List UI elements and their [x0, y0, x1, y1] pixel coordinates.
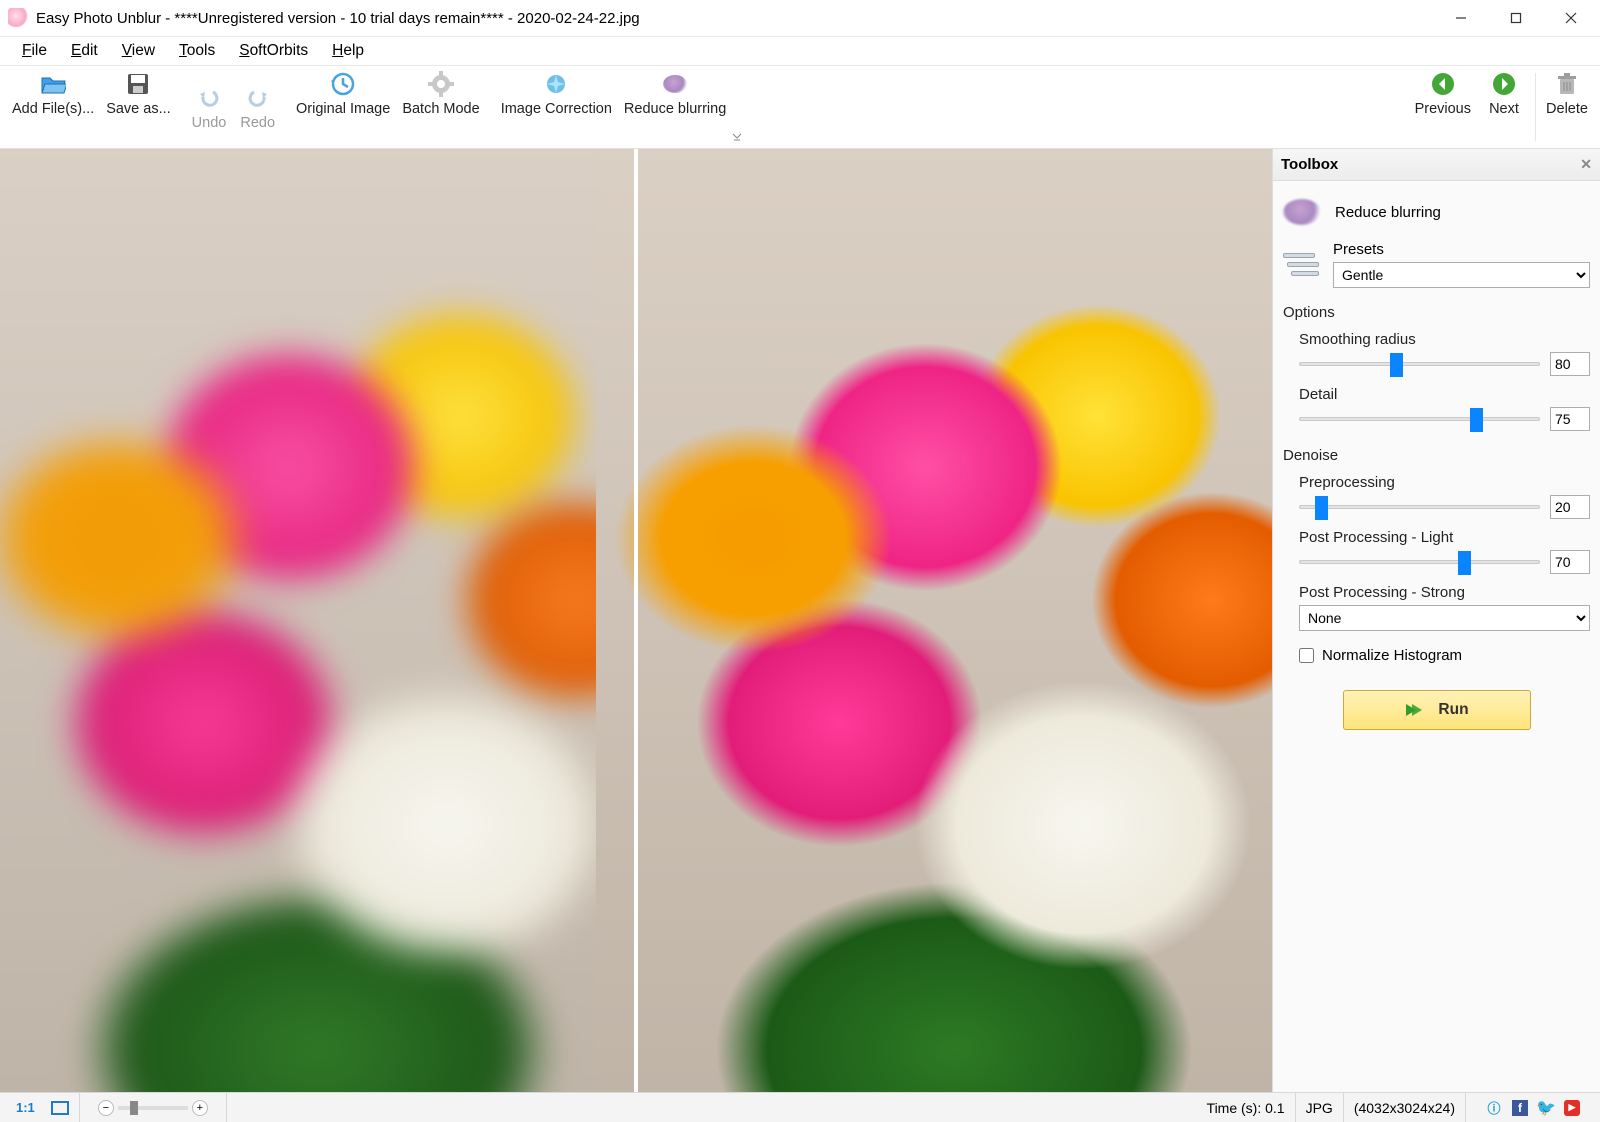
toolbar-label: Batch Mode — [402, 101, 479, 117]
gear-icon — [428, 71, 454, 97]
menu-file[interactable]: File — [10, 39, 59, 63]
toolbar-label: Next — [1489, 101, 1519, 117]
toolbox-title: Toolbox — [1281, 156, 1338, 173]
presets-label: Presets — [1333, 241, 1590, 258]
youtube-icon[interactable]: ▶ — [1564, 1100, 1580, 1116]
toolbox-close-button[interactable]: ✕ — [1580, 156, 1592, 173]
preview-after — [636, 149, 1272, 1092]
zoom-fit-button[interactable] — [51, 1101, 69, 1115]
toolbar-label: Add File(s)... — [12, 101, 94, 117]
zoom-in-button[interactable]: + — [192, 1100, 208, 1116]
trash-icon — [1554, 71, 1580, 97]
post-light-value[interactable] — [1550, 550, 1590, 574]
menu-view[interactable]: View — [110, 39, 167, 63]
history-icon — [330, 71, 356, 97]
status-dimensions: (4032x3024x24) — [1344, 1093, 1466, 1122]
post-light-slider[interactable] — [1299, 552, 1540, 572]
run-label: Run — [1438, 701, 1468, 719]
next-button[interactable]: Next — [1477, 67, 1531, 147]
zoom-ratio-button[interactable]: 1:1 — [10, 1100, 41, 1115]
undo-icon — [196, 85, 222, 111]
toolbox-header: Toolbox ✕ — [1273, 149, 1600, 181]
preprocessing-slider[interactable] — [1299, 497, 1540, 517]
minimize-button[interactable] — [1433, 0, 1488, 37]
toolbar-label: Original Image — [296, 101, 390, 117]
arrow-right-icon — [1491, 71, 1517, 97]
denoise-group-label: Denoise — [1283, 447, 1590, 464]
split-divider[interactable] — [634, 149, 638, 1092]
toolbar-overflow-button[interactable] — [732, 131, 742, 147]
title-bar: Easy Photo Unblur - ****Unregistered ver… — [0, 0, 1600, 37]
main-toolbar: Add File(s)... Save as... Undo Redo — [0, 65, 1600, 149]
reduce-blurring-button[interactable]: Reduce blurring — [618, 67, 732, 147]
run-arrow-icon — [1404, 702, 1424, 718]
normalize-histogram-checkbox[interactable] — [1299, 648, 1314, 663]
add-files-button[interactable]: Add File(s)... — [6, 67, 100, 147]
detail-slider[interactable] — [1299, 409, 1540, 429]
delete-button[interactable]: Delete — [1540, 67, 1594, 147]
folder-open-icon — [40, 71, 66, 97]
image-correction-button[interactable]: Image Correction — [495, 67, 618, 147]
menu-help[interactable]: Help — [320, 39, 376, 63]
preprocessing-value[interactable] — [1550, 495, 1590, 519]
save-as-button[interactable]: Save as... — [100, 67, 176, 147]
presets-icon — [1283, 251, 1321, 279]
info-icon[interactable]: ⓘ — [1486, 1100, 1502, 1116]
run-button[interactable]: Run — [1343, 690, 1531, 730]
preview-before — [0, 149, 636, 1092]
presets-select[interactable]: Gentle — [1333, 262, 1590, 288]
status-time: Time (s): 0.1 — [1197, 1093, 1296, 1122]
detail-label: Detail — [1299, 386, 1590, 403]
redo-icon — [245, 85, 271, 111]
zoom-out-button[interactable]: − — [98, 1100, 114, 1116]
toolbar-label: Redo — [240, 115, 275, 131]
toolbar-label: Previous — [1415, 101, 1471, 117]
blur-icon — [1283, 199, 1321, 225]
smoothing-label: Smoothing radius — [1299, 331, 1590, 348]
zoom-control: − + — [90, 1100, 216, 1116]
menu-edit[interactable]: Edit — [59, 39, 110, 63]
options-group-label: Options — [1283, 304, 1590, 321]
zoom-slider[interactable] — [118, 1106, 188, 1110]
maximize-button[interactable] — [1488, 0, 1543, 37]
smoothing-slider[interactable] — [1299, 354, 1540, 374]
toolbar-label: Image Correction — [501, 101, 612, 117]
post-strong-label: Post Processing - Strong — [1299, 584, 1590, 601]
toolbar-label: Save as... — [106, 101, 170, 117]
sparkle-icon — [543, 71, 569, 97]
toolbox-mode-label: Reduce blurring — [1335, 204, 1441, 221]
facebook-icon[interactable]: f — [1512, 1100, 1528, 1116]
redo-button[interactable]: Redo — [234, 81, 281, 133]
arrow-left-icon — [1430, 71, 1456, 97]
status-format: JPG — [1296, 1093, 1344, 1122]
app-icon — [8, 8, 28, 28]
toolbar-label: Delete — [1546, 101, 1588, 117]
preprocessing-label: Preprocessing — [1299, 474, 1590, 491]
batch-mode-button[interactable]: Batch Mode — [396, 67, 485, 147]
post-light-label: Post Processing - Light — [1299, 529, 1590, 546]
close-button[interactable] — [1543, 0, 1598, 37]
twitter-icon[interactable]: 🐦 — [1538, 1100, 1554, 1116]
smoothing-value[interactable] — [1550, 352, 1590, 376]
menu-bar: File Edit View Tools SoftOrbits Help — [0, 37, 1600, 65]
toolbar-label: Undo — [192, 115, 227, 131]
window-title: Easy Photo Unblur - ****Unregistered ver… — [36, 10, 1433, 27]
main-area: Toolbox ✕ Reduce blurring Presets Gen — [0, 149, 1600, 1092]
menu-tools[interactable]: Tools — [167, 39, 227, 63]
status-bar: 1:1 − + Time (s): 0.1 JPG (4032x3024x24)… — [0, 1092, 1600, 1122]
previous-button[interactable]: Previous — [1409, 67, 1477, 147]
original-image-button[interactable]: Original Image — [290, 67, 396, 147]
image-viewer[interactable] — [0, 149, 1272, 1092]
detail-value[interactable] — [1550, 407, 1590, 431]
toolbar-label: Reduce blurring — [624, 101, 726, 117]
blur-icon — [662, 71, 688, 97]
menu-softorbits[interactable]: SoftOrbits — [227, 39, 320, 63]
normalize-histogram-row[interactable]: Normalize Histogram — [1283, 647, 1590, 664]
toolbox-panel: Toolbox ✕ Reduce blurring Presets Gen — [1272, 149, 1600, 1092]
save-icon — [125, 71, 151, 97]
post-strong-select[interactable]: None — [1299, 605, 1590, 631]
undo-button[interactable]: Undo — [186, 81, 233, 133]
normalize-histogram-label: Normalize Histogram — [1322, 647, 1462, 664]
